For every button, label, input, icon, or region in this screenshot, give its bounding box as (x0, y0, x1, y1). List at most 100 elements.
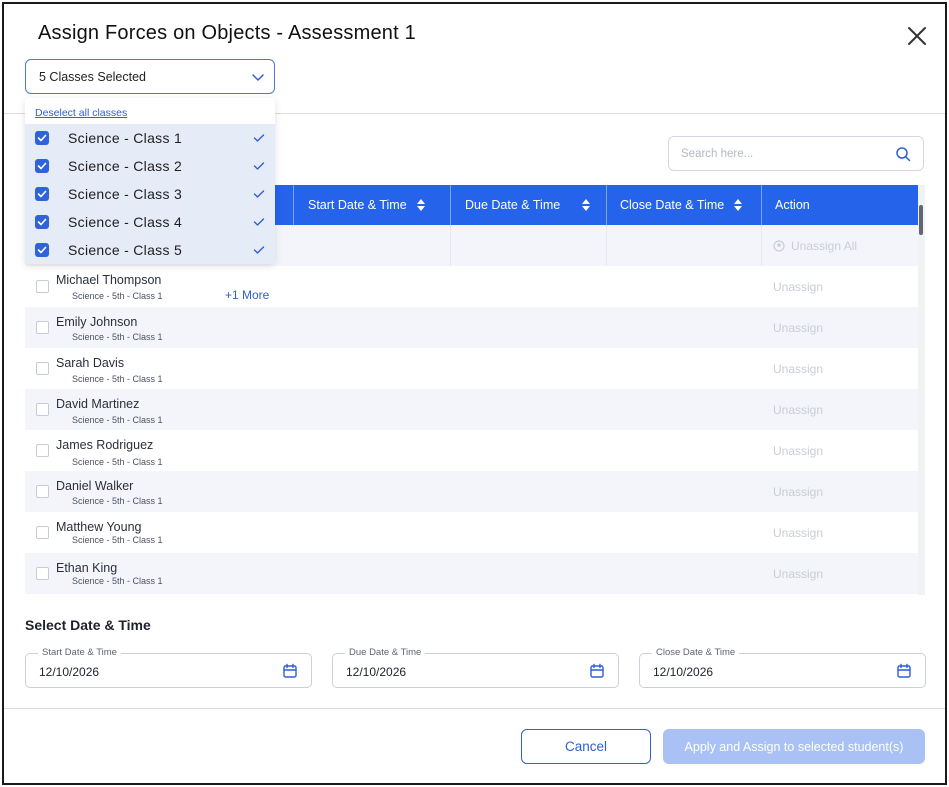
class-option-checkbox[interactable] (35, 159, 49, 173)
unassign-button[interactable]: Unassign (773, 280, 823, 294)
due-date-value: 12/10/2026 (346, 665, 407, 679)
table-row: Sarah Davis Science - 5th - Class 1 Unas… (25, 348, 918, 389)
table-scrollbar[interactable] (918, 185, 925, 595)
row-checkbox[interactable] (36, 526, 49, 539)
table-row: Michael Thompson Science - 5th - Class 1… (25, 266, 918, 307)
chevron-down-icon (252, 74, 264, 81)
unassign-button[interactable]: Unassign (773, 362, 823, 376)
due-date-field[interactable]: Due Date & Time 12/10/2026 (332, 647, 619, 688)
close-date-label: Close Date & Time (652, 647, 740, 658)
header-divider-line (293, 185, 294, 225)
header-close-date[interactable]: Close Date & Time (620, 185, 743, 225)
student-name: Matthew Young (56, 520, 142, 534)
header-action: Action (775, 185, 810, 225)
calendar-icon[interactable] (589, 663, 605, 679)
row-checkbox[interactable] (36, 362, 49, 375)
header-start-date[interactable]: Start Date & Time (308, 185, 425, 225)
more-classes-link[interactable]: +1 More (225, 288, 269, 302)
unassign-button[interactable]: Unassign (773, 567, 823, 581)
calendar-icon[interactable] (896, 663, 912, 679)
close-date-field[interactable]: Close Date & Time 12/10/2026 (639, 647, 926, 688)
unassign-icon (773, 240, 785, 252)
unassign-button[interactable]: Unassign (773, 485, 823, 499)
student-class: Science - 5th - Class 1 (72, 576, 163, 586)
checkbox-check-icon (37, 218, 47, 226)
search-icon[interactable] (895, 146, 911, 162)
checkbox-check-icon (37, 246, 47, 254)
header-due-date[interactable]: Due Date & Time (465, 185, 591, 225)
check-icon (253, 218, 265, 226)
class-option-checkbox[interactable] (35, 243, 49, 257)
class-select-value: 5 Classes Selected (39, 69, 147, 84)
sort-icon[interactable] (582, 199, 591, 211)
check-icon (253, 162, 265, 170)
checkbox-check-icon (37, 162, 47, 170)
student-class: Science - 5th - Class 1 (72, 457, 163, 467)
row-checkbox[interactable] (36, 403, 49, 416)
class-select-dropdown[interactable]: 5 Classes Selected (25, 59, 275, 94)
check-icon (253, 190, 265, 198)
class-option[interactable]: Science - Class 2 (25, 152, 275, 180)
class-option-label: Science - Class 3 (68, 186, 183, 202)
student-name: James Rodriguez (56, 438, 154, 452)
class-option-checkbox[interactable] (35, 215, 49, 229)
unassign-button[interactable]: Unassign (773, 321, 823, 335)
sort-icon[interactable] (416, 199, 425, 211)
apply-assign-button[interactable]: Apply and Assign to selected student(s) (663, 729, 925, 764)
class-option-checkbox[interactable] (35, 187, 49, 201)
header-due-label: Due Date & Time (465, 198, 561, 212)
student-class: Science - 5th - Class 1 (72, 415, 163, 425)
scrollbar-thumb[interactable] (919, 205, 923, 235)
row-checkbox[interactable] (36, 567, 49, 580)
search-input[interactable] (681, 145, 881, 163)
class-dropdown-menu: Deselect all classes Science - Class 1 S… (25, 98, 275, 264)
start-date-field[interactable]: Start Date & Time 12/10/2026 (25, 647, 312, 688)
row-checkbox[interactable] (36, 485, 49, 498)
class-option-checkbox[interactable] (35, 131, 49, 145)
class-option[interactable]: Science - Class 5 (25, 236, 275, 264)
row-checkbox[interactable] (36, 280, 49, 293)
check-icon (253, 134, 265, 142)
class-option-label: Science - Class 4 (68, 214, 183, 230)
cancel-button[interactable]: Cancel (521, 729, 651, 764)
header-divider-line (761, 185, 762, 225)
class-option-label: Science - Class 2 (68, 158, 183, 174)
unassign-all-label: Unassign All (791, 239, 858, 253)
cell-divider (450, 225, 451, 266)
cell-divider (761, 225, 762, 266)
unassign-button[interactable]: Unassign (773, 444, 823, 458)
unassign-button[interactable]: Unassign (773, 526, 823, 540)
start-date-label: Start Date & Time (38, 647, 121, 658)
modal-title: Assign Forces on Objects - Assessment 1 (38, 22, 416, 44)
student-name: Ethan King (56, 561, 118, 575)
class-option[interactable]: Science - Class 4 (25, 208, 275, 236)
table-row: Ethan King Science - 5th - Class 1 Unass… (25, 553, 918, 594)
table-row: James Rodriguez Science - 5th - Class 1 … (25, 430, 918, 471)
header-divider-line (450, 185, 451, 225)
date-section-title: Select Date & Time (25, 617, 151, 633)
student-class: Science - 5th - Class 1 (72, 496, 163, 506)
row-checkbox[interactable] (36, 444, 49, 457)
close-icon (908, 27, 926, 45)
header-divider-line (606, 185, 607, 225)
calendar-icon[interactable] (282, 663, 298, 679)
student-name: Sarah Davis (56, 356, 125, 370)
student-class: Science - 5th - Class 1 (72, 535, 163, 545)
check-icon (253, 246, 265, 254)
due-date-label: Due Date & Time (345, 647, 426, 658)
search-box (668, 136, 924, 171)
table-row: Emily Johnson Science - 5th - Class 1 Un… (25, 307, 918, 348)
student-class: Science - 5th - Class 1 (72, 332, 163, 342)
class-option[interactable]: Science - Class 1 (25, 124, 275, 152)
class-option[interactable]: Science - Class 3 (25, 180, 275, 208)
row-checkbox[interactable] (36, 321, 49, 334)
unassign-button[interactable]: Unassign (773, 403, 823, 417)
footer-divider (4, 708, 945, 709)
student-name: Daniel Walker (56, 479, 134, 493)
header-action-label: Action (775, 198, 810, 212)
unassign-all-button[interactable]: Unassign All (773, 239, 857, 253)
table-row: David Martinez Science - 5th - Class 1 U… (25, 389, 918, 430)
close-button[interactable] (905, 24, 929, 48)
deselect-all-link[interactable]: Deselect all classes (35, 107, 127, 119)
sort-icon[interactable] (734, 199, 743, 211)
